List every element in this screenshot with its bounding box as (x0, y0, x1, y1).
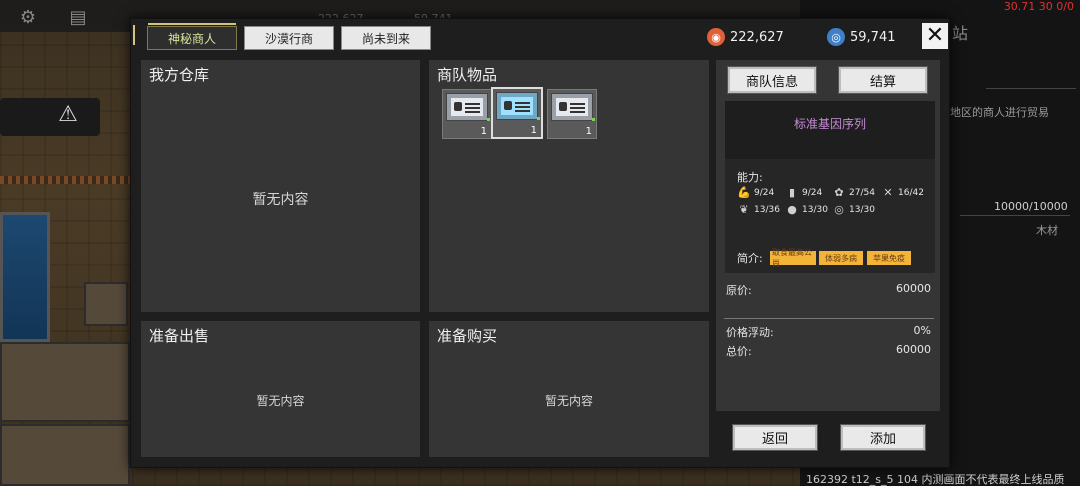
settle-button[interactable]: 结算 (838, 66, 928, 94)
warning-box (0, 98, 100, 136)
arm-icon: 💪 (737, 186, 751, 199)
item-name: 标准基因序列 (793, 117, 866, 131)
item-info-box: 标准基因序列 能力: 💪 9/24 ▮ 9/24 ✿ 27/54 ✕ 16/42 ❦ 13… (725, 101, 935, 273)
gene-sequence-icon (446, 93, 488, 121)
ability-stat: ✿ 27/54 (832, 187, 875, 199)
room-tile (0, 342, 130, 422)
floor-tile (0, 424, 130, 486)
tab-not-arrived[interactable]: 尚未到来 (341, 26, 431, 50)
caravan-item-slot[interactable]: 1 (442, 89, 492, 139)
paw-icon: ✿ (834, 186, 844, 199)
item-count: 1 (480, 126, 487, 137)
gene-sequence-icon (496, 92, 538, 120)
ability-stat: ✕ 16/42 (881, 187, 924, 199)
trait-tag: 取食最高公尚 (770, 248, 816, 268)
copper-resource: ◉ 222,627 (707, 27, 784, 47)
ready-buy-panel: 准备购买 暂无内容 (429, 321, 709, 457)
debug-coordinates: 30.71 30 0/0 (1003, 0, 1074, 13)
ability-stat: 💪 9/24 (737, 186, 775, 199)
ability-label: 能力: (737, 171, 763, 184)
ability-stat: ❦ 13/36 (737, 204, 780, 216)
item-count: 1 (585, 126, 592, 137)
water-pool (0, 212, 50, 342)
ready-sell-title: 准备出售 (149, 327, 210, 345)
close-button[interactable]: ✕ (922, 23, 948, 49)
caravan-item-slot[interactable]: 1 (547, 89, 597, 139)
price-fluctuation-value: 0% (913, 324, 931, 337)
trait-tag: 苹果免疫 (867, 251, 911, 265)
silver-coin-icon: ◎ (827, 28, 845, 46)
tab-mysterious-merchant[interactable]: 神秘商人 (147, 23, 237, 50)
status-dot (592, 118, 595, 121)
trait-tag: 体弱多病 (819, 251, 863, 265)
caravan-info-button[interactable]: 商队信息 (727, 66, 817, 94)
status-dot (487, 118, 490, 121)
copper-coin-icon: ◉ (707, 28, 725, 46)
machine-tile (84, 282, 128, 326)
ready-buy-title: 准备购买 (437, 327, 498, 345)
ability-stat: ● 13/30 (785, 204, 828, 216)
my-storage-empty-text: 暂无内容 (252, 192, 309, 208)
ready-sell-empty-text: 暂无内容 (256, 394, 305, 408)
target-icon: ◎ (834, 203, 844, 216)
tab-marker (133, 25, 135, 45)
side-title-fragment: 站 (952, 24, 969, 43)
add-button[interactable]: 添加 (840, 424, 926, 451)
ready-sell-panel: 准备出售 暂无内容 (141, 321, 420, 457)
warning-icon[interactable]: ⚠ (56, 104, 80, 126)
side-description-fragment: 地区的商人进行贸易 (950, 106, 1049, 119)
intro-label: 简介: (737, 252, 763, 265)
side-divider-2 (960, 215, 1070, 216)
silver-amount: 59,741 (850, 29, 896, 45)
side-divider (986, 88, 1076, 89)
head-icon: ● (787, 203, 797, 216)
settings-gear-icon[interactable]: ⚙ (18, 8, 38, 28)
ability-stat: ◎ 13/30 (832, 204, 875, 216)
side-material-label: 木材 (1036, 224, 1058, 237)
leaf-icon: ❦ (739, 203, 749, 216)
original-price-label: 原价: (726, 284, 752, 297)
my-storage-panel: 我方仓库 暂无内容 (141, 60, 420, 312)
caravan-items-title: 商队物品 (437, 66, 498, 84)
original-price-value: 60000 (896, 282, 931, 295)
tools-icon: ✕ (883, 186, 893, 199)
tab-desert-merchant[interactable]: 沙漠行商 (244, 26, 334, 50)
price-divider (724, 318, 934, 319)
ready-buy-empty-text: 暂无内容 (544, 394, 593, 408)
close-icon: ✕ (925, 23, 945, 48)
total-price-value: 60000 (896, 343, 931, 356)
trade-dialog: 神秘商人 沙漠行商 尚未到来 ◉ 222,627 ◎ 59,741 ✕ 我方仓库… (130, 18, 950, 468)
item-count: 1 (530, 125, 537, 136)
price-fluctuation-label: 价格浮动: (726, 326, 774, 339)
total-price-label: 总价: (726, 345, 752, 358)
fence-decoration (0, 176, 130, 184)
caravan-item-slot-selected[interactable]: 1 (491, 87, 543, 139)
side-capacity: 10000/10000 (994, 200, 1068, 213)
chat-icon[interactable]: ▤ (68, 8, 88, 28)
block-icon: ▮ (788, 186, 796, 199)
status-dot (537, 117, 540, 120)
copper-amount: 222,627 (730, 29, 784, 45)
silver-resource: ◎ 59,741 (827, 27, 896, 47)
back-button[interactable]: 返回 (732, 424, 818, 451)
build-info: 162392 t12_s_5 104 内测画面不代表最终上线品质 (806, 473, 1065, 486)
gene-sequence-icon (551, 93, 593, 121)
ability-stat: ▮ 9/24 (785, 187, 822, 199)
my-storage-title: 我方仓库 (149, 66, 210, 84)
